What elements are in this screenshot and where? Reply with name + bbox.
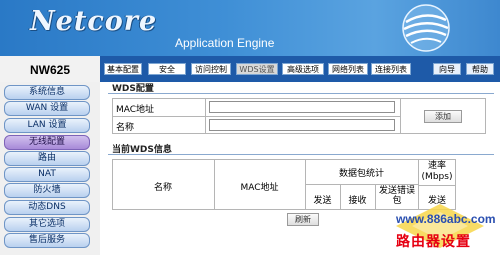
mac-address-label: MAC地址 [116,105,155,115]
device-model: NW625 [29,63,70,77]
table-divider [375,184,376,210]
tab-wds-settings[interactable]: WDS设置 [236,63,278,75]
sidebar-item-system-info[interactable]: 系统信息 [4,85,90,100]
globe-swirl-icon [402,4,450,52]
tab-access-control[interactable]: 访问控制 [191,63,231,75]
help-button[interactable]: 帮助 [466,63,494,75]
table-divider [305,184,418,185]
wizard-button[interactable]: 向导 [433,63,461,75]
tab-advanced-options[interactable]: 高级选项 [282,63,324,75]
add-button[interactable]: 添加 [424,110,462,123]
col-header-mac: MAC地址 [240,183,279,193]
col-header-send: 发送 [313,196,332,206]
form-divider [400,98,401,134]
col-header-rate: 速率(Mbps) [421,161,453,182]
section-divider [108,154,494,155]
sidebar-item-wireless[interactable]: 无线配置 [4,135,90,150]
col-header-name: 名称 [153,183,172,193]
watermark-url: www.886abc.com [396,212,496,226]
name-label: 名称 [116,123,135,133]
netcore-logo: Netcore [30,6,158,37]
header-banner: Netcore Application Engine [0,0,500,56]
sidebar-item-wan[interactable]: WAN 设置 [4,101,90,116]
sidebar-item-ddns[interactable]: 动态DNS [4,200,90,215]
sidebar-item-routing[interactable]: 路由 [4,151,90,166]
section-divider [108,93,494,94]
table-divider [418,185,456,186]
sidebar-item-lan[interactable]: LAN 设置 [4,118,90,133]
mac-address-input[interactable] [209,101,395,113]
sidebar-item-firewall[interactable]: 防火墙 [4,183,90,198]
tab-security[interactable]: 安全 [148,63,186,75]
sidebar-item-nat[interactable]: NAT [4,167,90,182]
tab-network-list[interactable]: 网络列表 [328,63,368,75]
col-header-receive: 接收 [348,196,367,206]
tab-basic-config[interactable]: 基本配置 [104,63,142,75]
sidebar-item-service[interactable]: 售后服务 [4,233,90,248]
form-divider [112,116,400,117]
col-header-packet-stats: 数据包统计 [338,169,384,179]
name-input[interactable] [209,119,395,131]
tab-connection-list[interactable]: 连接列表 [371,63,411,75]
watermark-text: 路由器设置 [396,234,471,250]
sidebar-item-other[interactable]: 其它选项 [4,217,90,232]
app-subtitle: Application Engine [175,36,275,50]
refresh-button[interactable]: 刷新 [287,213,319,226]
